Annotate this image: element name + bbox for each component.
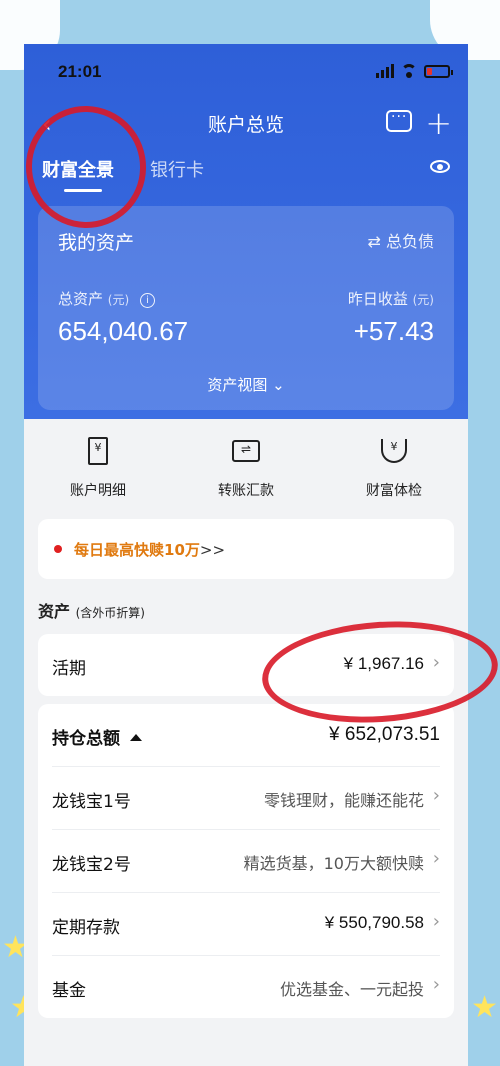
holding-value: 精选货基，10万大额快赎 <box>243 854 424 873</box>
total-liabilities-link[interactable]: ⇄ 总负债 <box>368 228 435 252</box>
total-assets-unit: (元) <box>107 293 130 307</box>
chevron-right-icon: › <box>432 974 440 995</box>
holding-value: ¥ 550,790.58 <box>324 913 424 932</box>
holdings-card: 持仓总额 ¥ 652,073.51 龙钱宝1号 零钱理财，能赚还能花 › 龙钱宝… <box>38 704 454 1018</box>
promo-arrow: >> <box>199 541 226 559</box>
star-decoration: ★ <box>471 990 498 1025</box>
wealth-checkup-label: 财富体检 <box>366 483 422 499</box>
holding-row[interactable]: 基金 优选基金、一元起投 › <box>52 956 440 1018</box>
quick-actions: ¥ 账户明细 ⇌ 转账汇款 ¥ 财富体检 <box>24 436 468 500</box>
asset-view-button[interactable]: 资产视图 ⌄ <box>38 374 454 395</box>
holdings-total-label: 持仓总额 <box>52 724 142 749</box>
holdings-total-value: ¥ 652,073.51 <box>329 724 440 745</box>
battery-icon <box>424 64 453 78</box>
current-deposit-label: 活期 <box>52 659 86 679</box>
account-details-label: 账户明细 <box>70 483 126 499</box>
holding-label: 龙钱宝1号 <box>52 792 131 812</box>
total-assets-value: 654,040.67 <box>58 316 189 346</box>
holding-label: 龙钱宝2号 <box>52 855 131 875</box>
eye-icon[interactable] <box>430 160 450 173</box>
add-icon[interactable]: + <box>425 104 452 142</box>
transfer-button[interactable]: ⇌ 转账汇款 <box>186 436 306 500</box>
total-assets-label-text: 总资产 <box>58 290 104 308</box>
promo-dot-icon <box>54 545 62 553</box>
promo-banner[interactable]: 每日最高快赎10万>> <box>38 519 454 579</box>
yesterday-earnings-label-text: 昨日收益 <box>347 290 408 308</box>
status-bar: 21:01 <box>24 58 468 86</box>
asset-card: 我的资产 ⇄ 总负债 总资产 (元) i 654,040.67 昨日收益 (元)… <box>38 206 454 410</box>
yesterday-earnings-unit: (元) <box>412 293 434 307</box>
wealth-checkup-button[interactable]: ¥ 财富体检 <box>334 436 454 500</box>
holding-row[interactable]: 定期存款 ¥ 550,790.58 › <box>52 893 440 956</box>
assets-section-subtitle: (含外币折算) <box>75 606 145 620</box>
holding-row[interactable]: 龙钱宝1号 零钱理财，能赚还能花 › <box>52 767 440 830</box>
chevron-right-icon: › <box>432 911 440 932</box>
message-icon[interactable] <box>386 109 412 132</box>
info-icon[interactable]: i <box>139 293 155 308</box>
tab-bank-card[interactable]: 银行卡 <box>150 156 204 192</box>
account-details-button[interactable]: ¥ 账户明细 <box>38 436 158 500</box>
holding-row[interactable]: 龙钱宝2号 精选货基，10万大额快赎 › <box>52 830 440 893</box>
promo-text: 每日最高快赎10万>> <box>74 539 225 560</box>
assets-section-title: 资产 (含外币折算) <box>38 598 145 622</box>
total-assets-label: 总资产 (元) i <box>58 288 155 309</box>
asset-card-title: 我的资产 <box>58 232 135 254</box>
holdings-total-label-text: 持仓总额 <box>52 729 120 749</box>
holding-label: 基金 <box>52 981 86 1001</box>
transfer-icon: ⇌ <box>231 436 261 466</box>
wifi-icon <box>400 64 418 78</box>
yesterday-earnings-value: +57.43 <box>353 316 434 346</box>
assets-section-title-text: 资产 <box>38 602 71 621</box>
transfer-label: 转账汇款 <box>218 483 274 499</box>
holding-value: 零钱理财，能赚还能花 <box>263 791 424 810</box>
promo-text-main: 每日最高快赎10万 <box>74 541 200 559</box>
yesterday-earnings-label: 昨日收益 (元) <box>348 288 434 309</box>
holding-label: 定期存款 <box>52 918 120 938</box>
holding-value: 优选基金、一元起投 <box>279 980 424 999</box>
stethoscope-icon: ¥ <box>379 436 409 466</box>
caret-up-icon <box>130 734 142 741</box>
chevron-right-icon: › <box>432 848 440 869</box>
chevron-right-icon: › <box>432 785 440 806</box>
status-time: 21:01 <box>58 62 102 81</box>
receipt-yen-icon: ¥ <box>83 436 113 466</box>
signal-icon <box>376 64 394 78</box>
